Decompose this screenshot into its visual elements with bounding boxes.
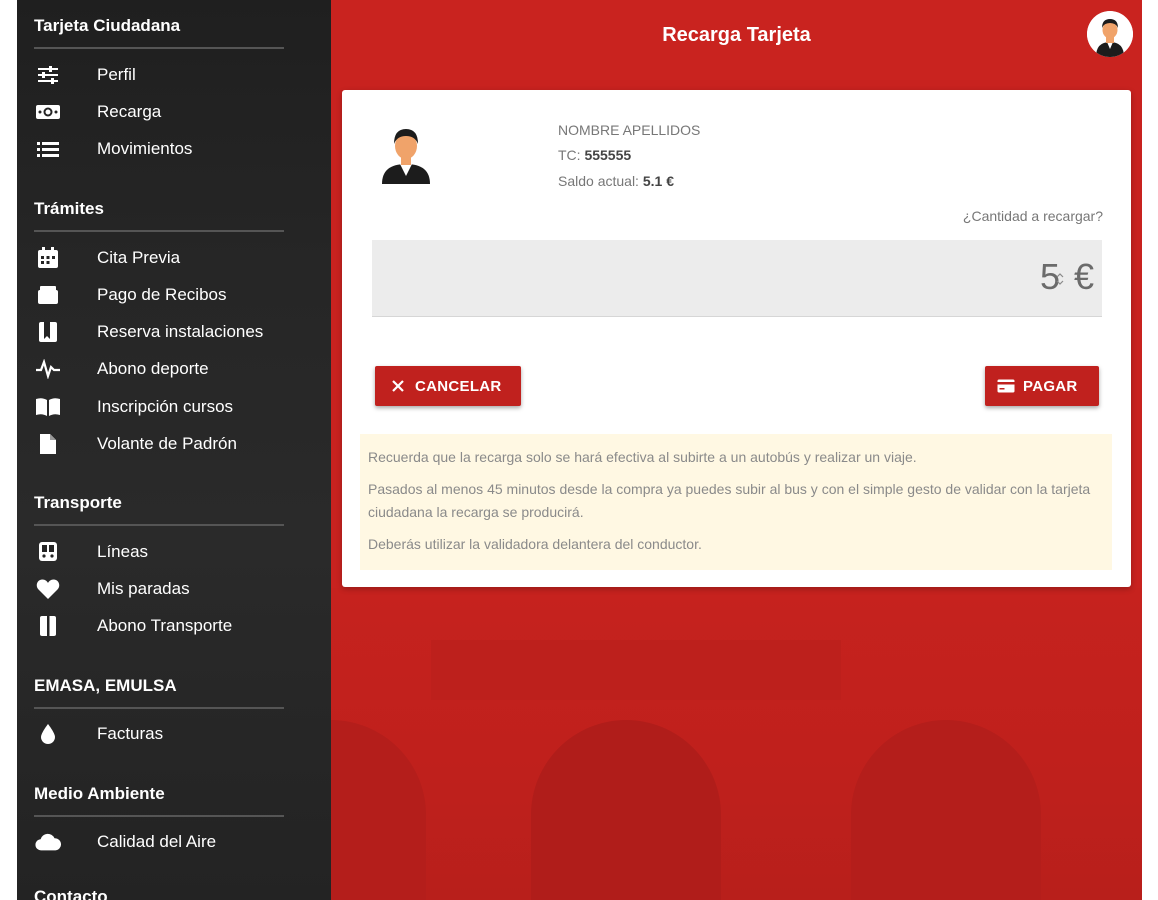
notice-text: Deberás utilizar la validadora delantera… xyxy=(368,536,702,552)
user-avatar[interactable] xyxy=(1087,11,1133,57)
info-notice: Recuerda que la recarga solo se hará efe… xyxy=(360,434,1112,570)
main-content: Recarga Tarjeta NOMBRE APELLIDOS TC: 555… xyxy=(331,0,1142,900)
sidebar-item-volante-padron[interactable]: Volante de Padrón xyxy=(17,427,331,461)
section-divider xyxy=(34,524,284,526)
user-avatar-icon xyxy=(1087,11,1133,57)
sidebar-item-label: Facturas xyxy=(97,724,164,743)
cancel-button[interactable]: CANCELAR xyxy=(375,366,521,406)
section-title-medio-ambiente: Medio Ambiente xyxy=(34,784,165,803)
sidebar-item-label: Cita Previa xyxy=(97,248,181,267)
bookmark-icon xyxy=(35,321,61,343)
book-icon xyxy=(35,396,61,418)
sidebar-item-perfil[interactable]: Perfil xyxy=(17,58,331,92)
sidebar-item-abono-deporte[interactable]: Abono deporte xyxy=(17,352,331,386)
balance-label: Saldo actual: xyxy=(558,173,639,189)
document-icon xyxy=(35,433,61,455)
cardholder-name: NOMBRE APELLIDOS xyxy=(558,122,701,138)
section-divider xyxy=(34,707,284,709)
sidebar-item-pago-recibos[interactable]: Pago de Recibos xyxy=(17,278,331,312)
section-title-emasa-emulsa: EMASA, EMULSA xyxy=(34,676,177,695)
sidebar-item-cita-previa[interactable]: Cita Previa xyxy=(17,241,331,275)
sidebar-item-label: Inscripción cursos xyxy=(97,397,234,416)
sidebar-item-calidad-aire[interactable]: Calidad del Aire xyxy=(17,825,331,859)
background-arch xyxy=(531,720,721,900)
pay-button-label: PAGAR xyxy=(1023,377,1078,395)
section-title-transporte: Transporte xyxy=(34,493,122,512)
card-number-label: TC: xyxy=(558,147,581,163)
amount-input[interactable] xyxy=(970,256,1060,298)
close-icon xyxy=(389,378,407,394)
page-title: Recarga Tarjeta xyxy=(662,24,811,46)
sliders-icon xyxy=(35,64,61,86)
sidebar-item-label: Pago de Recibos xyxy=(97,285,227,304)
calendar-icon xyxy=(35,247,61,269)
card-icon xyxy=(35,615,61,637)
sidebar-item-label: Movimientos xyxy=(97,139,193,158)
sidebar-item-mis-paradas[interactable]: Mis paradas xyxy=(17,572,331,606)
spinner-arrows-icon[interactable] xyxy=(1056,272,1064,286)
pay-button[interactable]: PAGAR xyxy=(985,366,1099,406)
sidebar-item-movimientos[interactable]: Movimientos xyxy=(17,132,331,166)
pulse-icon xyxy=(35,358,61,380)
sidebar-item-label: Líneas xyxy=(97,542,149,561)
heart-icon xyxy=(35,578,61,600)
sidebar-item-label: Abono deporte xyxy=(97,359,209,378)
bus-icon xyxy=(35,541,61,563)
section-title-contacto: Contacto xyxy=(34,887,108,900)
cloud-icon xyxy=(35,831,61,853)
user-avatar-icon xyxy=(378,124,434,186)
sidebar-item-recarga[interactable]: Recarga xyxy=(17,95,331,129)
section-title-tarjeta-ciudadana: Tarjeta Ciudadana xyxy=(34,16,181,35)
background-facade xyxy=(431,640,841,700)
money-icon xyxy=(35,101,61,123)
recharge-card: NOMBRE APELLIDOS TC: 555555 Saldo actual… xyxy=(342,90,1131,587)
section-title-tramites: Trámites xyxy=(34,199,104,218)
list-icon xyxy=(35,138,61,160)
sidebar-item-label: Mis paradas xyxy=(97,579,190,598)
amount-field[interactable]: € xyxy=(372,240,1102,317)
sidebar-item-facturas[interactable]: Facturas xyxy=(17,717,331,751)
notice-text: Recuerda que la recarga solo se hará efe… xyxy=(368,449,917,465)
sidebar-item-label: Reserva instalaciones xyxy=(97,322,264,341)
notice-text: Pasados al menos 45 minutos desde la com… xyxy=(368,481,1091,520)
section-divider xyxy=(34,47,284,49)
card-number-value: 555555 xyxy=(584,147,632,163)
sidebar-item-lineas[interactable]: Líneas xyxy=(17,535,331,569)
section-divider xyxy=(34,815,284,817)
sidebar-item-label: Abono Transporte xyxy=(97,616,233,635)
wallet-icon xyxy=(35,284,61,306)
sidebar: Tarjeta Ciudadana Perfil Recarga Movimie… xyxy=(17,0,331,900)
sidebar-item-abono-transporte[interactable]: Abono Transporte xyxy=(17,609,331,643)
sidebar-item-label: Recarga xyxy=(97,102,162,121)
cancel-button-label: CANCELAR xyxy=(415,377,502,395)
section-divider xyxy=(34,230,284,232)
amount-question-label: ¿Cantidad a recargar? xyxy=(962,208,1103,224)
current-balance: Saldo actual: 5.1 € xyxy=(558,173,674,189)
credit-card-icon xyxy=(997,378,1015,394)
app-window: Tarjeta Ciudadana Perfil Recarga Movimie… xyxy=(17,0,1142,900)
sidebar-item-inscripcion-cursos[interactable]: Inscripción cursos xyxy=(17,390,331,424)
water-drop-icon xyxy=(35,723,61,745)
background-arch xyxy=(851,720,1041,900)
sidebar-item-label: Volante de Padrón xyxy=(97,434,237,453)
currency-symbol: € xyxy=(1073,256,1094,297)
sidebar-item-label: Calidad del Aire xyxy=(97,832,217,851)
balance-value: 5.1 € xyxy=(642,173,674,189)
sidebar-item-label: Perfil xyxy=(97,65,136,84)
card-number: TC: 555555 xyxy=(558,147,631,163)
sidebar-item-reserva-instalaciones[interactable]: Reserva instalaciones xyxy=(17,315,331,349)
